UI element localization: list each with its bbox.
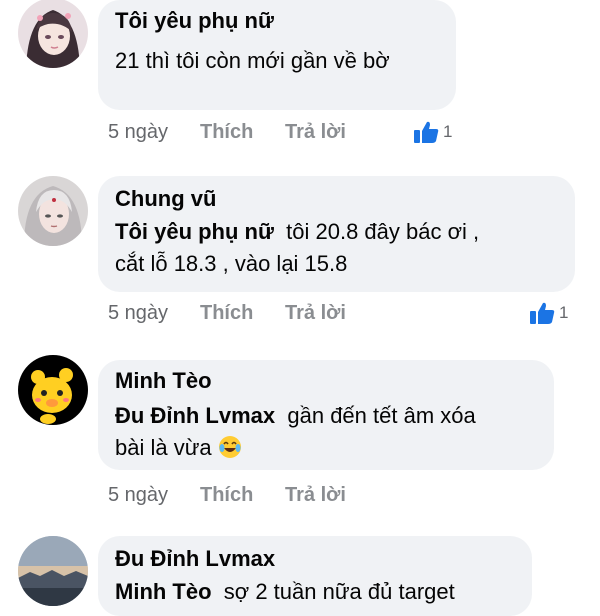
- comment-text: Tôi yêu phụ nữ tôi 20.8 đây bác ơi , cắt…: [115, 216, 559, 280]
- mention-link[interactable]: Tôi yêu phụ nữ: [115, 219, 274, 244]
- comment-text-line-1: gần đến tết âm xóa: [287, 403, 476, 428]
- reply-button[interactable]: Trả lời: [285, 301, 346, 325]
- sunset-landscape-avatar-icon: [18, 536, 88, 606]
- avatar[interactable]: [18, 0, 88, 68]
- comment-author[interactable]: Đu Đỉnh Lvmax: [115, 544, 516, 574]
- reaction-summary[interactable]: 1: [529, 301, 568, 325]
- comment-text: Đu Đỉnh Lvmax gần đến tết âm xóa bài là …: [115, 400, 538, 464]
- like-button[interactable]: Thích: [200, 483, 253, 507]
- comment-author[interactable]: Tôi yêu phụ nữ: [115, 6, 440, 36]
- comment-bubble: Minh Tèo Đu Đỉnh Lvmax gần đến tết âm xó…: [98, 360, 554, 470]
- comment-time[interactable]: 5 ngày: [108, 301, 168, 325]
- yellow-bear-avatar-icon: [18, 355, 88, 425]
- reply-button[interactable]: Trả lời: [285, 120, 346, 144]
- comment-bubble: Chung vũ Tôi yêu phụ nữ tôi 20.8 đây bác…: [98, 176, 575, 292]
- silver-hair-warrior-avatar-icon: [18, 176, 88, 246]
- comment-bubble: Đu Đỉnh Lvmax Minh Tèo sợ 2 tuần nữa đủ …: [98, 536, 532, 616]
- avatar[interactable]: [18, 355, 88, 425]
- comment-text: Minh Tèo sợ 2 tuần nữa đủ target: [115, 576, 516, 608]
- anime-girl-avatar-icon: [18, 0, 88, 68]
- like-button[interactable]: Thích: [200, 301, 253, 325]
- like-button[interactable]: Thích: [200, 120, 253, 144]
- comment-text-line-1: sợ 2 tuần nữa đủ target: [223, 579, 455, 604]
- comment-author[interactable]: Minh Tèo: [115, 366, 538, 396]
- comment-author[interactable]: Chung vũ: [115, 184, 559, 214]
- comment-text-line-1: tôi 20.8 đây bác ơi ,: [286, 219, 480, 244]
- comment-time[interactable]: 5 ngày: [108, 120, 168, 144]
- thumbs-up-icon: [414, 121, 439, 143]
- avatar[interactable]: [18, 536, 88, 606]
- mention-link[interactable]: Minh Tèo: [115, 579, 212, 604]
- mention-link[interactable]: Đu Đỉnh Lvmax: [115, 403, 275, 428]
- comment-text: 21 thì tôi còn mới gần về bờ: [115, 48, 390, 73]
- comment-text-line-2: bài là vừa: [115, 435, 212, 460]
- thumbs-up-icon: [530, 302, 555, 324]
- comment-time[interactable]: 5 ngày: [108, 483, 168, 507]
- comment-bubble: Tôi yêu phụ nữ 21 thì tôi còn mới gần về…: [98, 0, 456, 110]
- reply-button[interactable]: Trả lời: [285, 483, 346, 507]
- reaction-count: 1: [559, 303, 569, 322]
- laughing-tears-emoji-icon: [218, 436, 241, 458]
- reaction-summary[interactable]: 1: [413, 120, 452, 144]
- avatar[interactable]: [18, 176, 88, 246]
- reaction-count: 1: [443, 122, 453, 141]
- comment-text-line-2: cắt lỗ 18.3 , vào lại 15.8: [115, 251, 348, 276]
